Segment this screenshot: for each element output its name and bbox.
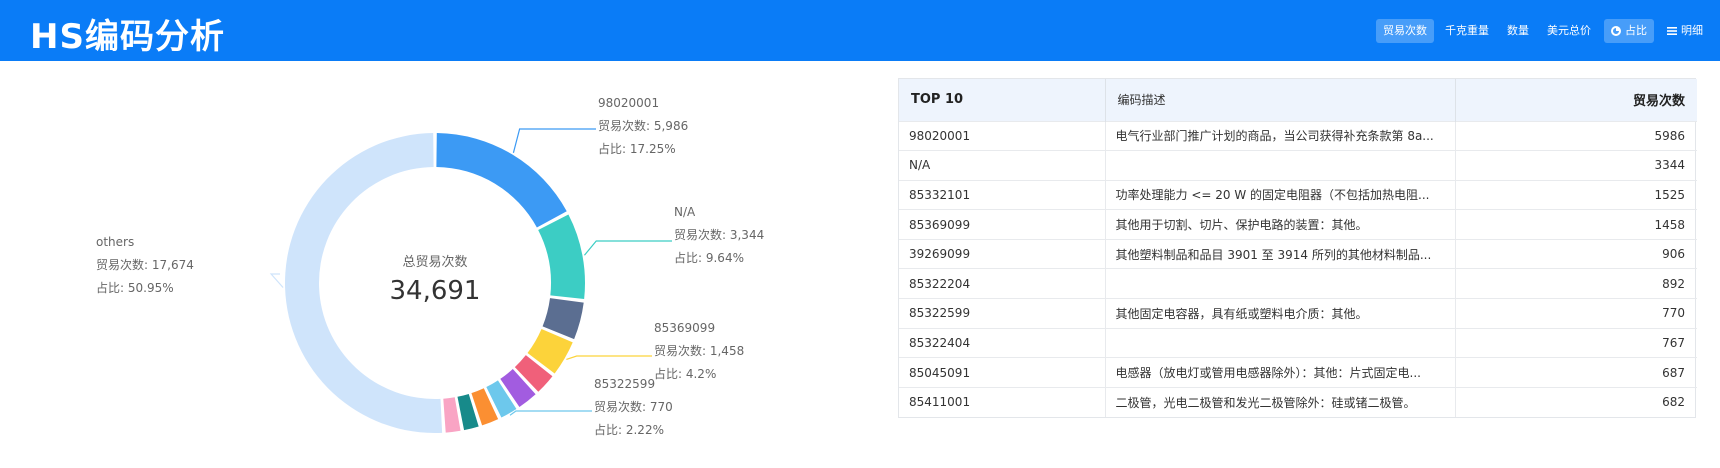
cell-trade-count: 3344 xyxy=(1654,158,1685,173)
donut-slice-98020001[interactable] xyxy=(436,133,567,228)
leader-line xyxy=(566,355,652,361)
slice-label-name: N/A xyxy=(674,205,696,219)
cell-description: 功率处理能力 <= 20 W 的固定电阻器（不包括加热电阻... xyxy=(1105,180,1456,210)
donut-chart-panel: 98020001 贸易次数: 5,986 占比: 17.25% N/A 贸易次数: 3,… xyxy=(0,61,880,468)
cell-trade-count: 1525 xyxy=(1654,187,1685,202)
slice-label-value: 贸易次数: 5,986 xyxy=(598,118,688,133)
cell-hs-code: 85045091 xyxy=(899,357,1106,388)
table-row[interactable]: 85322404 767 xyxy=(899,328,1697,358)
view-share-button[interactable]: 占比 xyxy=(1604,19,1654,43)
cell-trade-count: 906 xyxy=(1662,247,1685,262)
cell-trade-count: 892 xyxy=(1662,276,1685,291)
leader-line xyxy=(583,240,672,256)
slice-label-value: 贸易次数: 770 xyxy=(594,399,673,414)
cell-hs-code: N/A xyxy=(899,150,1106,181)
tab-quantity[interactable]: 数量 xyxy=(1500,19,1536,43)
pie-icon xyxy=(1611,26,1621,36)
cell-description: 电感器（放电灯或管用电感器除外）：其他：片式固定电... xyxy=(1105,357,1456,388)
slice-label-percent: 占比: 50.95% xyxy=(96,280,174,295)
view-detail-button[interactable]: 明细 xyxy=(1660,19,1710,43)
donut-slice-na[interactable] xyxy=(538,214,585,300)
top10-table-panel: TOP 10 编码描述 贸易次数 98020001 电气行业部门推广计划的商品，当… xyxy=(898,78,1697,418)
tab-weight-kg[interactable]: 千克重量 xyxy=(1438,19,1496,43)
cell-trade-count: 767 xyxy=(1662,335,1685,350)
toolbar: 贸易次数 千克重量 数量 美元总价 占比 明细 xyxy=(1372,18,1710,44)
table-row[interactable]: 85322599 其他固定电容器，具有纸或塑料电介质：其他。 770 xyxy=(899,298,1697,329)
cell-description: 电气行业部门推广计划的商品，当公司获得补充条款第 8a... xyxy=(1105,121,1456,151)
cell-hs-code: 85332101 xyxy=(899,180,1106,210)
cell-hs-code: 85322404 xyxy=(899,328,1106,358)
table-row[interactable]: N/A 3344 xyxy=(899,150,1697,181)
tab-total-usd[interactable]: 美元总价 xyxy=(1540,19,1598,43)
cell-hs-code: 39269099 xyxy=(899,239,1106,269)
cell-trade-count: 687 xyxy=(1662,365,1685,380)
donut-center-label: 总贸易次数 xyxy=(402,254,467,270)
cell-hs-code: 85411001 xyxy=(899,387,1106,417)
cell-description: 其他塑料制品和品目 3901 至 3914 所列的其他材料制品... xyxy=(1105,239,1456,269)
table-row[interactable]: 85045091 电感器（放电灯或管用电感器除外）：其他：片式固定电... 687 xyxy=(899,357,1697,388)
slice-label-value: 贸易次数: 3,344 xyxy=(674,227,764,242)
slice-label-value: 贸易次数: 17,674 xyxy=(96,257,194,272)
slice-label-value: 贸易次数: 1,458 xyxy=(654,343,744,358)
cell-description: 二极管，光电二极管和发光二极管除外：硅或锗二极管。 xyxy=(1105,387,1456,417)
cell-hs-code: 85322204 xyxy=(899,268,1106,299)
table-row[interactable]: 85411001 二极管，光电二极管和发光二极管除外：硅或锗二极管。 682 xyxy=(899,387,1697,417)
slice-label-name: 85322599 xyxy=(594,377,655,391)
slice-label-percent: 占比: 2.22% xyxy=(594,422,664,437)
table-row[interactable]: 98020001 电气行业部门推广计划的商品，当公司获得补充条款第 8a... 59… xyxy=(899,121,1697,151)
cell-description: 其他用于切割、切片、保护电路的装置：其他。 xyxy=(1105,209,1456,240)
leader-line xyxy=(509,410,592,416)
slice-label-percent: 占比: 9.64% xyxy=(674,250,744,265)
cell-description xyxy=(1105,150,1456,181)
slice-label-name: 85369099 xyxy=(654,321,715,335)
table-row[interactable]: 85322204 892 xyxy=(899,268,1697,299)
slice-label-percent: 占比: 4.2% xyxy=(654,366,716,381)
cell-trade-count: 1458 xyxy=(1654,217,1685,232)
table-body: 98020001 电气行业部门推广计划的商品，当公司获得补充条款第 8a... 59… xyxy=(899,121,1697,417)
slice-label-name: 98020001 xyxy=(598,96,659,110)
cell-trade-count: 5986 xyxy=(1654,128,1685,143)
donut-center-value: 34,691 xyxy=(390,276,481,306)
cell-description: 其他固定电容器，具有纸或塑料电介质：其他。 xyxy=(1105,298,1456,329)
header-top10: TOP 10 xyxy=(899,79,1106,121)
cell-description xyxy=(1105,328,1456,358)
table-row[interactable]: 85369099 其他用于切割、切片、保护电路的装置：其他。 1458 xyxy=(899,209,1697,240)
donut-chart: 98020001 贸易次数: 5,986 占比: 17.25% N/A 贸易次数: 3,… xyxy=(96,96,764,437)
table-row[interactable]: 85332101 功率处理能力 <= 20 W 的固定电阻器（不包括加热电阻...… xyxy=(899,180,1697,210)
cell-description xyxy=(1105,268,1456,299)
view-detail-label: 明细 xyxy=(1681,24,1703,37)
cell-trade-count: 682 xyxy=(1662,395,1685,410)
header-description: 编码描述 xyxy=(1105,79,1456,121)
top10-table: TOP 10 编码描述 贸易次数 98020001 电气行业部门推广计划的商品，当… xyxy=(899,79,1697,417)
tab-trade-count[interactable]: 贸易次数 xyxy=(1376,19,1434,43)
cell-hs-code: 85322599 xyxy=(899,298,1106,329)
slice-label-percent: 占比: 17.25% xyxy=(598,141,676,156)
table-header-row: TOP 10 编码描述 贸易次数 xyxy=(899,79,1697,121)
view-share-label: 占比 xyxy=(1625,24,1647,37)
leader-line xyxy=(269,273,284,288)
table-row[interactable]: 39269099 其他塑料制品和品目 3901 至 3914 所列的其他材料制品.… xyxy=(899,239,1697,269)
list-icon xyxy=(1667,27,1677,35)
page-title: HS编码分析 xyxy=(30,17,225,57)
donut-slice-85411001[interactable] xyxy=(443,397,461,433)
cell-hs-code: 98020001 xyxy=(899,121,1106,151)
header-trade-count[interactable]: 贸易次数 xyxy=(1455,79,1697,121)
leader-line xyxy=(512,128,596,153)
page-header: HS编码分析 贸易次数 千克重量 数量 美元总价 占比 明细 xyxy=(0,0,1720,61)
cell-trade-count: 770 xyxy=(1662,306,1685,321)
cell-hs-code: 85369099 xyxy=(899,209,1106,240)
slice-label-name: others xyxy=(96,235,134,249)
